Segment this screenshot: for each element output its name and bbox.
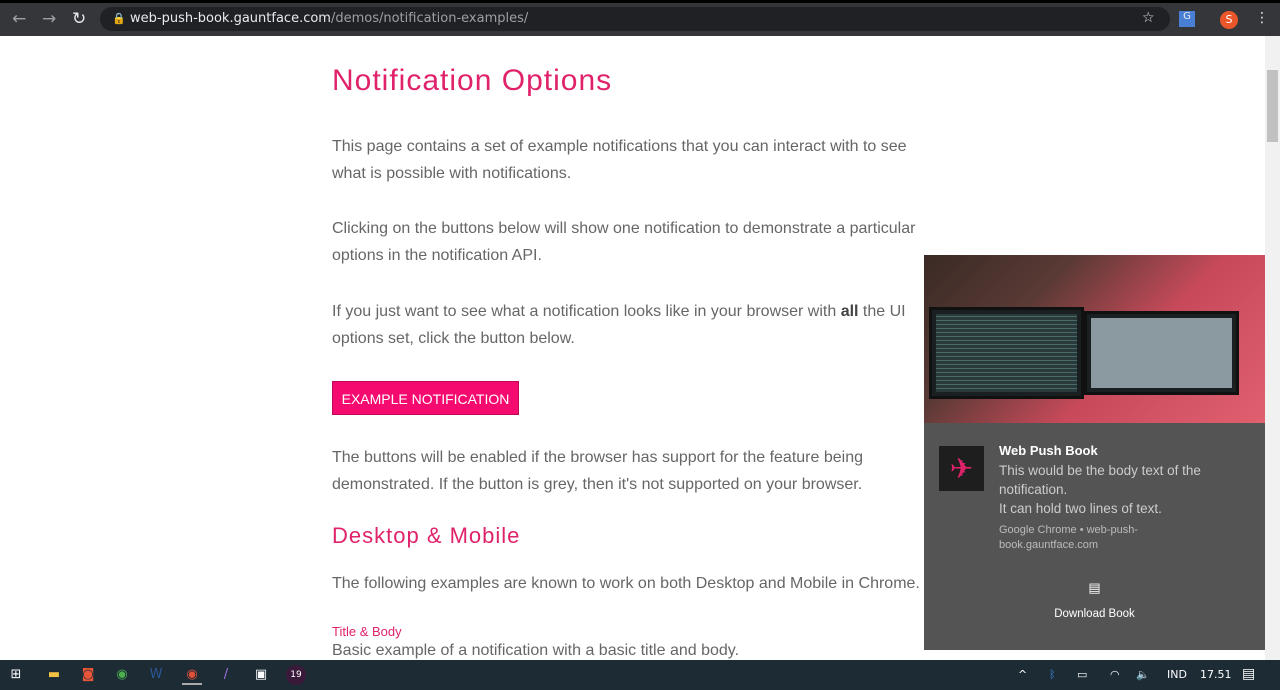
reload-icon[interactable]: ↻ [72,9,86,29]
notification-body: This would be the body text of the notif… [999,461,1249,518]
back-icon[interactable]: ← [12,9,26,29]
body-line: It can hold two lines of text. [999,501,1162,516]
support-paragraph: The buttons will be enabled if the brows… [332,449,863,493]
text: If you just want to see what a notificat… [332,303,841,320]
subsection-title: Title & Body [332,624,402,639]
subsection-description: Basic example of a notification with a b… [332,642,740,659]
notification-popup[interactable]: ✈ Web Push Book This would be the body t… [924,255,1265,650]
url-host: web-push-book.gauntface.com [130,11,331,26]
windows-start-icon[interactable]: ⊞ [6,665,26,685]
forward-icon[interactable]: → [42,9,56,29]
file-explorer-icon[interactable]: ▬ [44,665,64,685]
pen-icon[interactable]: / [216,665,236,685]
bluetooth-icon[interactable]: ᛒ [1049,668,1056,681]
notification-image [924,255,1265,423]
action-label: Download Book [1054,608,1135,620]
volume-icon[interactable]: 🔈 [1136,668,1150,681]
notification-source: Google Chrome • web-push-book.gauntface.… [999,524,1138,551]
scrollbar-thumb[interactable] [1267,70,1278,142]
wifi-icon[interactable]: ◠ [1110,668,1120,681]
section-description: The following examples are known to work… [332,575,920,592]
menu-icon[interactable]: ⋮ [1255,10,1269,26]
document-app-icon[interactable]: ▣ [251,665,271,685]
bold-text: all [840,303,859,320]
tray-expand-icon[interactable]: ^ [1018,668,1027,681]
avatar[interactable]: S [1220,11,1238,29]
lock-icon: 🔒 [112,12,126,25]
address-bar[interactable]: 🔒 web-push-book.gauntface.com/demos/noti… [100,7,1170,31]
battery-icon[interactable]: ▭ [1077,668,1087,681]
scrollbar[interactable] [1265,36,1280,660]
body-line: This would be the body text of the notif… [999,463,1201,497]
taskbar: ⊞ ▬ ◙ ◉ W ◉ / ▣ 19 ^ ᛒ ▭ ◠ 🔈 IND 17.51 ▤ [0,660,1280,690]
browser-toolbar: ← → ↻ 🔒 web-push-book.gauntface.com/demo… [0,0,1280,36]
section-title: Desktop & Mobile [332,523,521,548]
example-paragraph: If you just want to see what a notificat… [332,299,912,352]
clock[interactable]: 17.51 [1200,668,1232,681]
translate-icon[interactable]: G [1179,11,1195,27]
intro-paragraph: This page contains a set of example noti… [332,138,907,182]
star-icon[interactable]: ☆ [1142,10,1155,26]
word-icon[interactable]: W [146,665,166,685]
example-notification-button[interactable]: EXAMPLE NOTIFICATION [332,381,519,415]
instructions-paragraph: Clicking on the buttons below will show … [332,220,916,264]
download-book-action[interactable]: ▤ Download Book [924,580,1265,620]
calendar-app-icon[interactable]: 19 [286,665,306,685]
app-icon[interactable]: ◙ [78,665,98,685]
chrome-active-icon[interactable]: ◉ [182,665,202,685]
chrome-icon[interactable]: ◉ [112,665,132,685]
notification-title: Web Push Book [999,443,1098,458]
language-indicator[interactable]: IND [1167,668,1187,681]
url-path: /demos/notification-examples/ [330,11,529,26]
page-title: Notification Options [332,64,613,97]
notifications-icon[interactable]: ▤ [1242,666,1255,682]
book-icon: ▤ [1088,580,1101,595]
paper-plane-icon: ✈ [939,446,984,491]
